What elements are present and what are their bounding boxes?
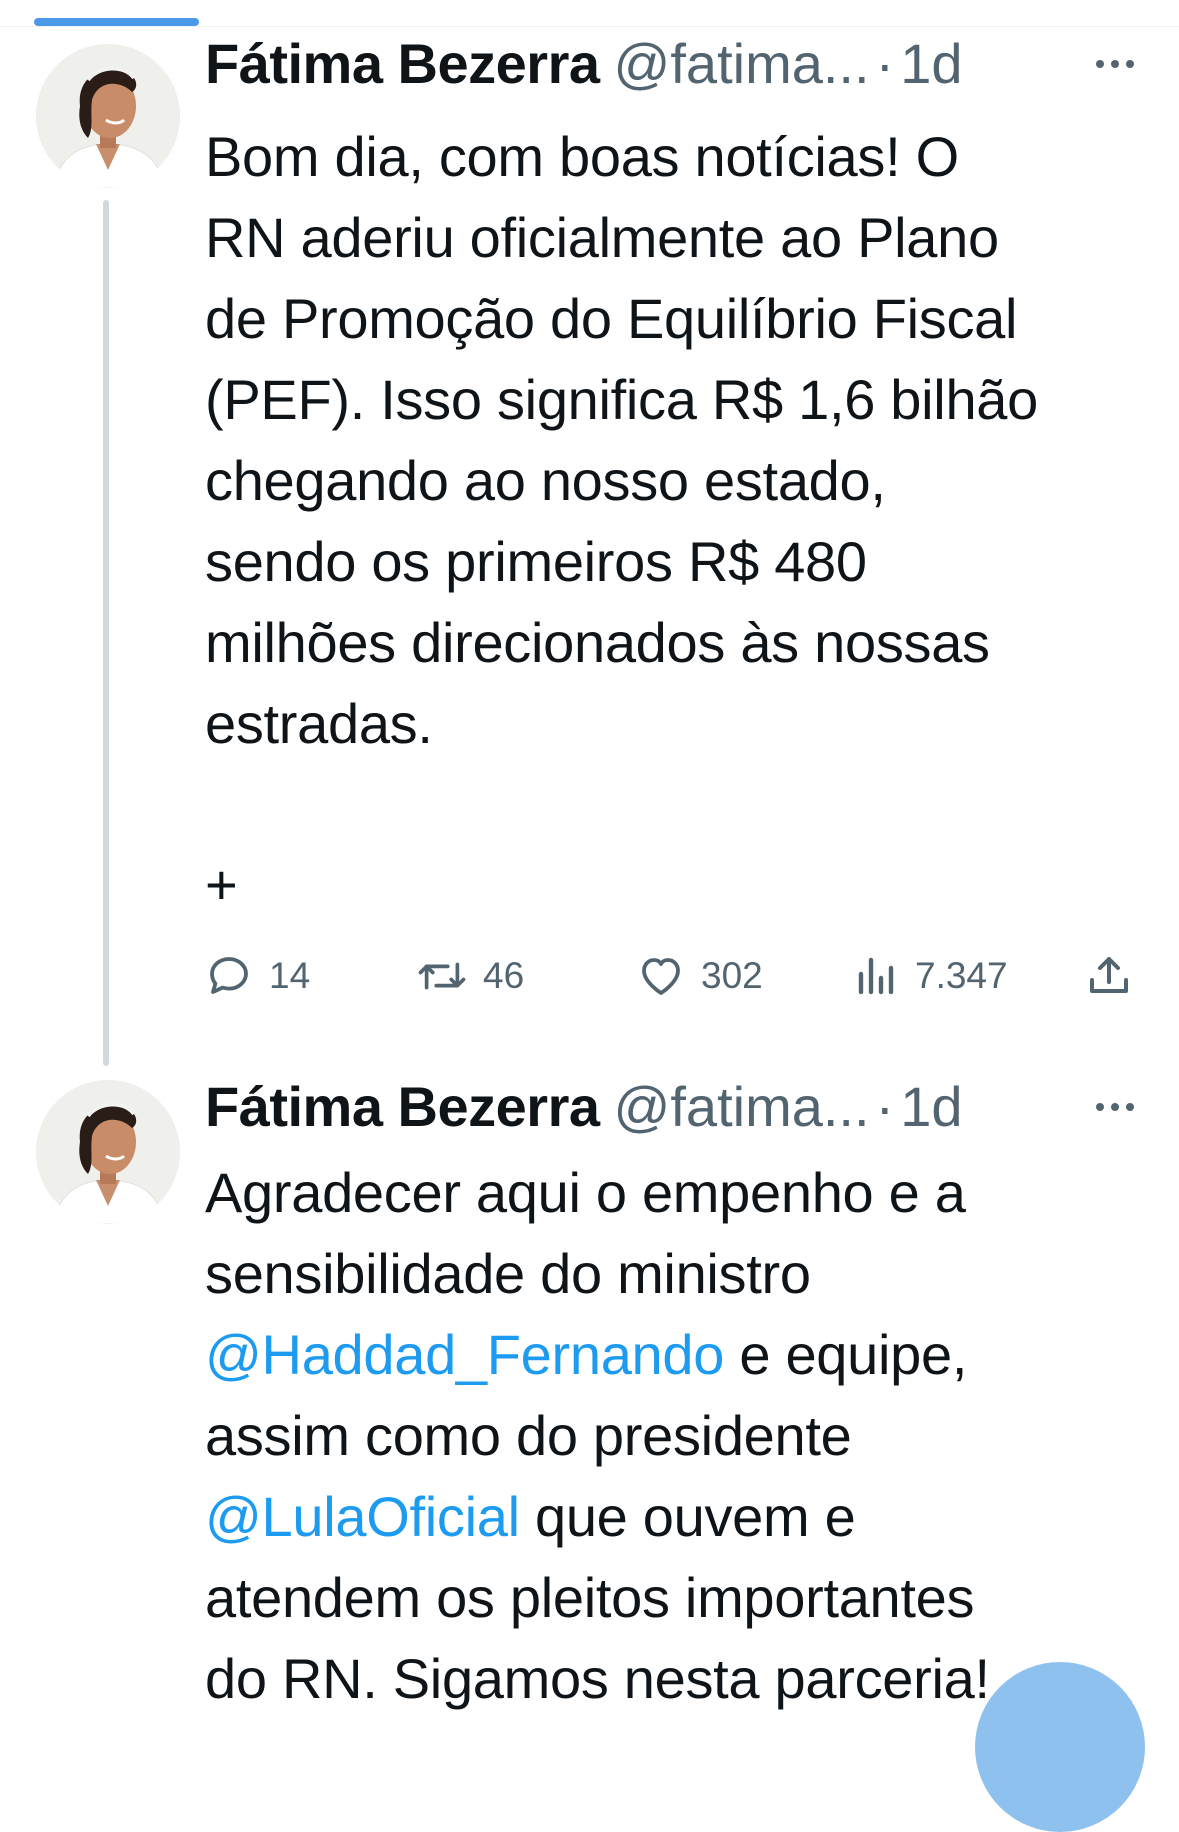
tweet-text: Agradecer aqui o empenho e a sensibilida…	[205, 1152, 1145, 1719]
plus-symbol: +	[205, 853, 238, 916]
header-separator: ·	[875, 32, 895, 95]
tweet-text-line: RN aderiu oficialmente ao Plano	[205, 206, 999, 269]
more-dot	[1126, 60, 1134, 68]
author-name[interactable]: Fátima Bezerra	[205, 32, 600, 95]
like-button[interactable]: 302	[637, 946, 763, 1006]
post-time[interactable]: 1d	[900, 32, 962, 95]
more-options-button[interactable]	[1085, 1071, 1145, 1143]
author-name[interactable]: Fátima Bezerra	[205, 1075, 600, 1138]
more-dot	[1126, 1103, 1134, 1111]
tweet-text-line: Agradecer aqui o empenho e a	[205, 1161, 966, 1224]
views-button[interactable]: 7.347	[855, 946, 1008, 1006]
more-dot	[1111, 1103, 1119, 1111]
post-time[interactable]: 1d	[900, 1075, 962, 1138]
tweet-text-line: Bom dia, com boas notícias! O	[205, 125, 959, 188]
reply-icon	[210, 957, 248, 994]
reply-count: 14	[269, 955, 311, 996]
author-avatar[interactable]	[36, 44, 180, 188]
tweet-text-fragment: e equipe,	[724, 1323, 968, 1386]
tweet-header: Fátima Bezerra @fatima... · 1d	[205, 1071, 1145, 1143]
tweet-text: Bom dia, com boas notícias! O RN aderiu …	[205, 116, 1145, 764]
share-icon	[1090, 957, 1128, 993]
tweet-text-line: @Haddad_Fernando e equipe,	[205, 1314, 1145, 1395]
tweet-text-line: (PEF). Isso significa R$ 1,6 bilhão	[205, 368, 1038, 431]
thread-connector-line	[103, 200, 109, 1066]
heart-icon	[642, 958, 680, 995]
retweet-icon	[418, 962, 466, 990]
mention-link[interactable]: @Haddad_Fernando	[205, 1323, 724, 1386]
like-count: 302	[701, 955, 763, 996]
tweet-text-line: estradas.	[205, 692, 433, 755]
author-avatar[interactable]	[36, 1080, 180, 1224]
tweet-text-line: sendo os primeiros R$ 480	[205, 530, 867, 593]
tweet-action-bar: 14 46 302 7.347	[205, 946, 1145, 1006]
reply-button[interactable]: 14	[205, 946, 310, 1006]
views-chart-icon	[858, 957, 894, 995]
retweet-button[interactable]: 46	[417, 946, 524, 1006]
mention-link[interactable]: @LulaOficial	[205, 1485, 520, 1548]
more-dot	[1111, 60, 1119, 68]
tweet-text-line: chegando ao nosso estado,	[205, 449, 886, 512]
active-tab-indicator	[34, 18, 199, 26]
tweet-text-fragment: que ouvem e	[519, 1485, 856, 1548]
tweet-text-line: milhões direcionados às nossas	[205, 611, 990, 674]
tweet-text-line: assim como do presidente	[205, 1404, 852, 1467]
author-handle[interactable]: @fatima...	[614, 1075, 870, 1138]
more-horizontal-icon	[1096, 60, 1104, 68]
views-count: 7.347	[915, 955, 1008, 996]
tweet-text-line: atendem os pleitos importantes	[205, 1566, 975, 1629]
tweet-header: Fátima Bezerra @fatima... · 1d	[205, 28, 1145, 100]
more-options-button[interactable]	[1085, 28, 1145, 100]
top-divider	[0, 26, 1179, 27]
tweet-text-line: sensibilidade do ministro	[205, 1242, 811, 1305]
compose-button[interactable]	[975, 1662, 1145, 1832]
retweet-count: 46	[483, 955, 525, 996]
tweet-text-line: @LulaOficial que ouvem e	[205, 1476, 1145, 1557]
tweet-text-line: de Promoção do Equilíbrio Fiscal	[205, 287, 1018, 350]
share-button[interactable]	[1085, 946, 1133, 1006]
author-handle[interactable]: @fatima...	[614, 32, 870, 95]
more-horizontal-icon	[1096, 1103, 1104, 1111]
header-separator: ·	[875, 1075, 895, 1138]
